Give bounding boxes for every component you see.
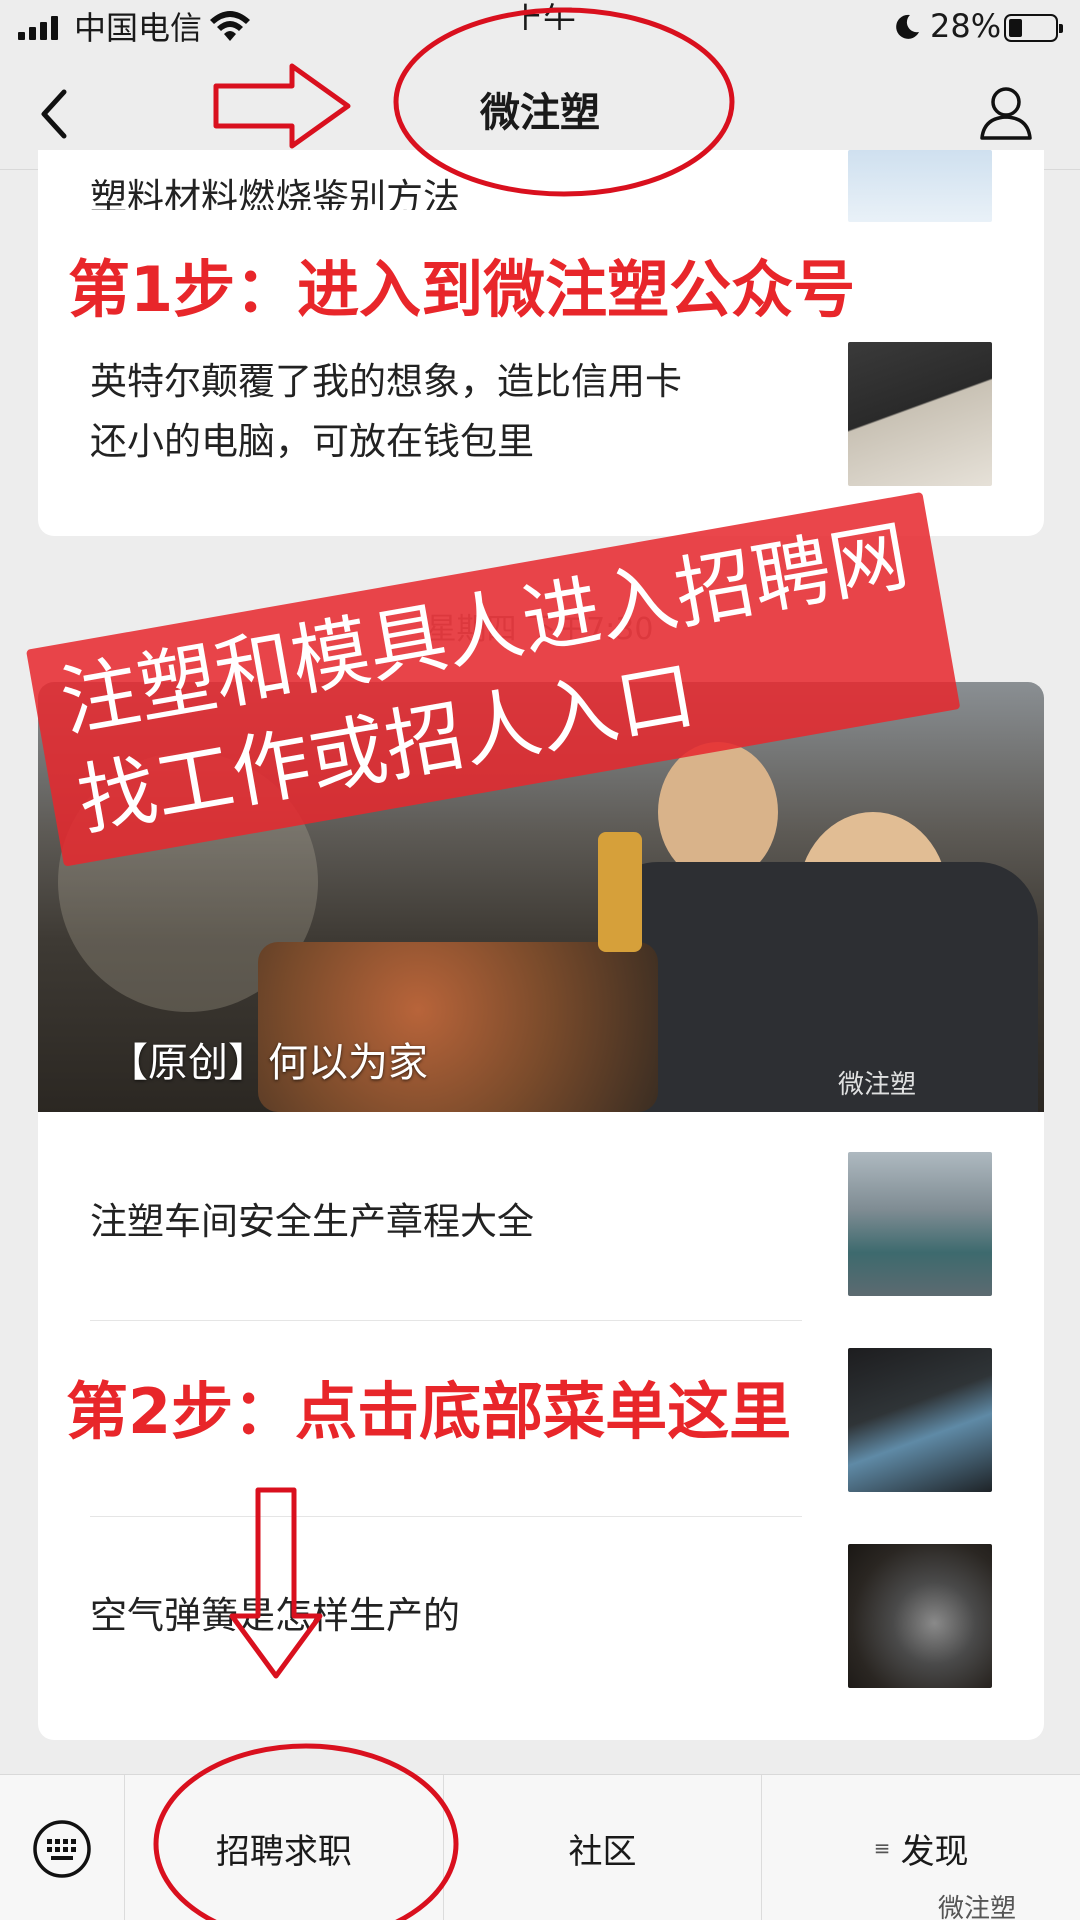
menu-circle xyxy=(153,1743,459,1920)
step2-annotation: 第2步：点击底部菜单这里 xyxy=(56,1372,802,1452)
title-circle xyxy=(393,7,735,197)
step1-annotation: 第1步：进入到微注塑公众号 xyxy=(58,250,866,330)
arrow-down-icon xyxy=(229,1487,323,1679)
corner-watermark: 微注塑 xyxy=(938,1894,1017,1920)
arrow-right-icon xyxy=(213,63,351,149)
